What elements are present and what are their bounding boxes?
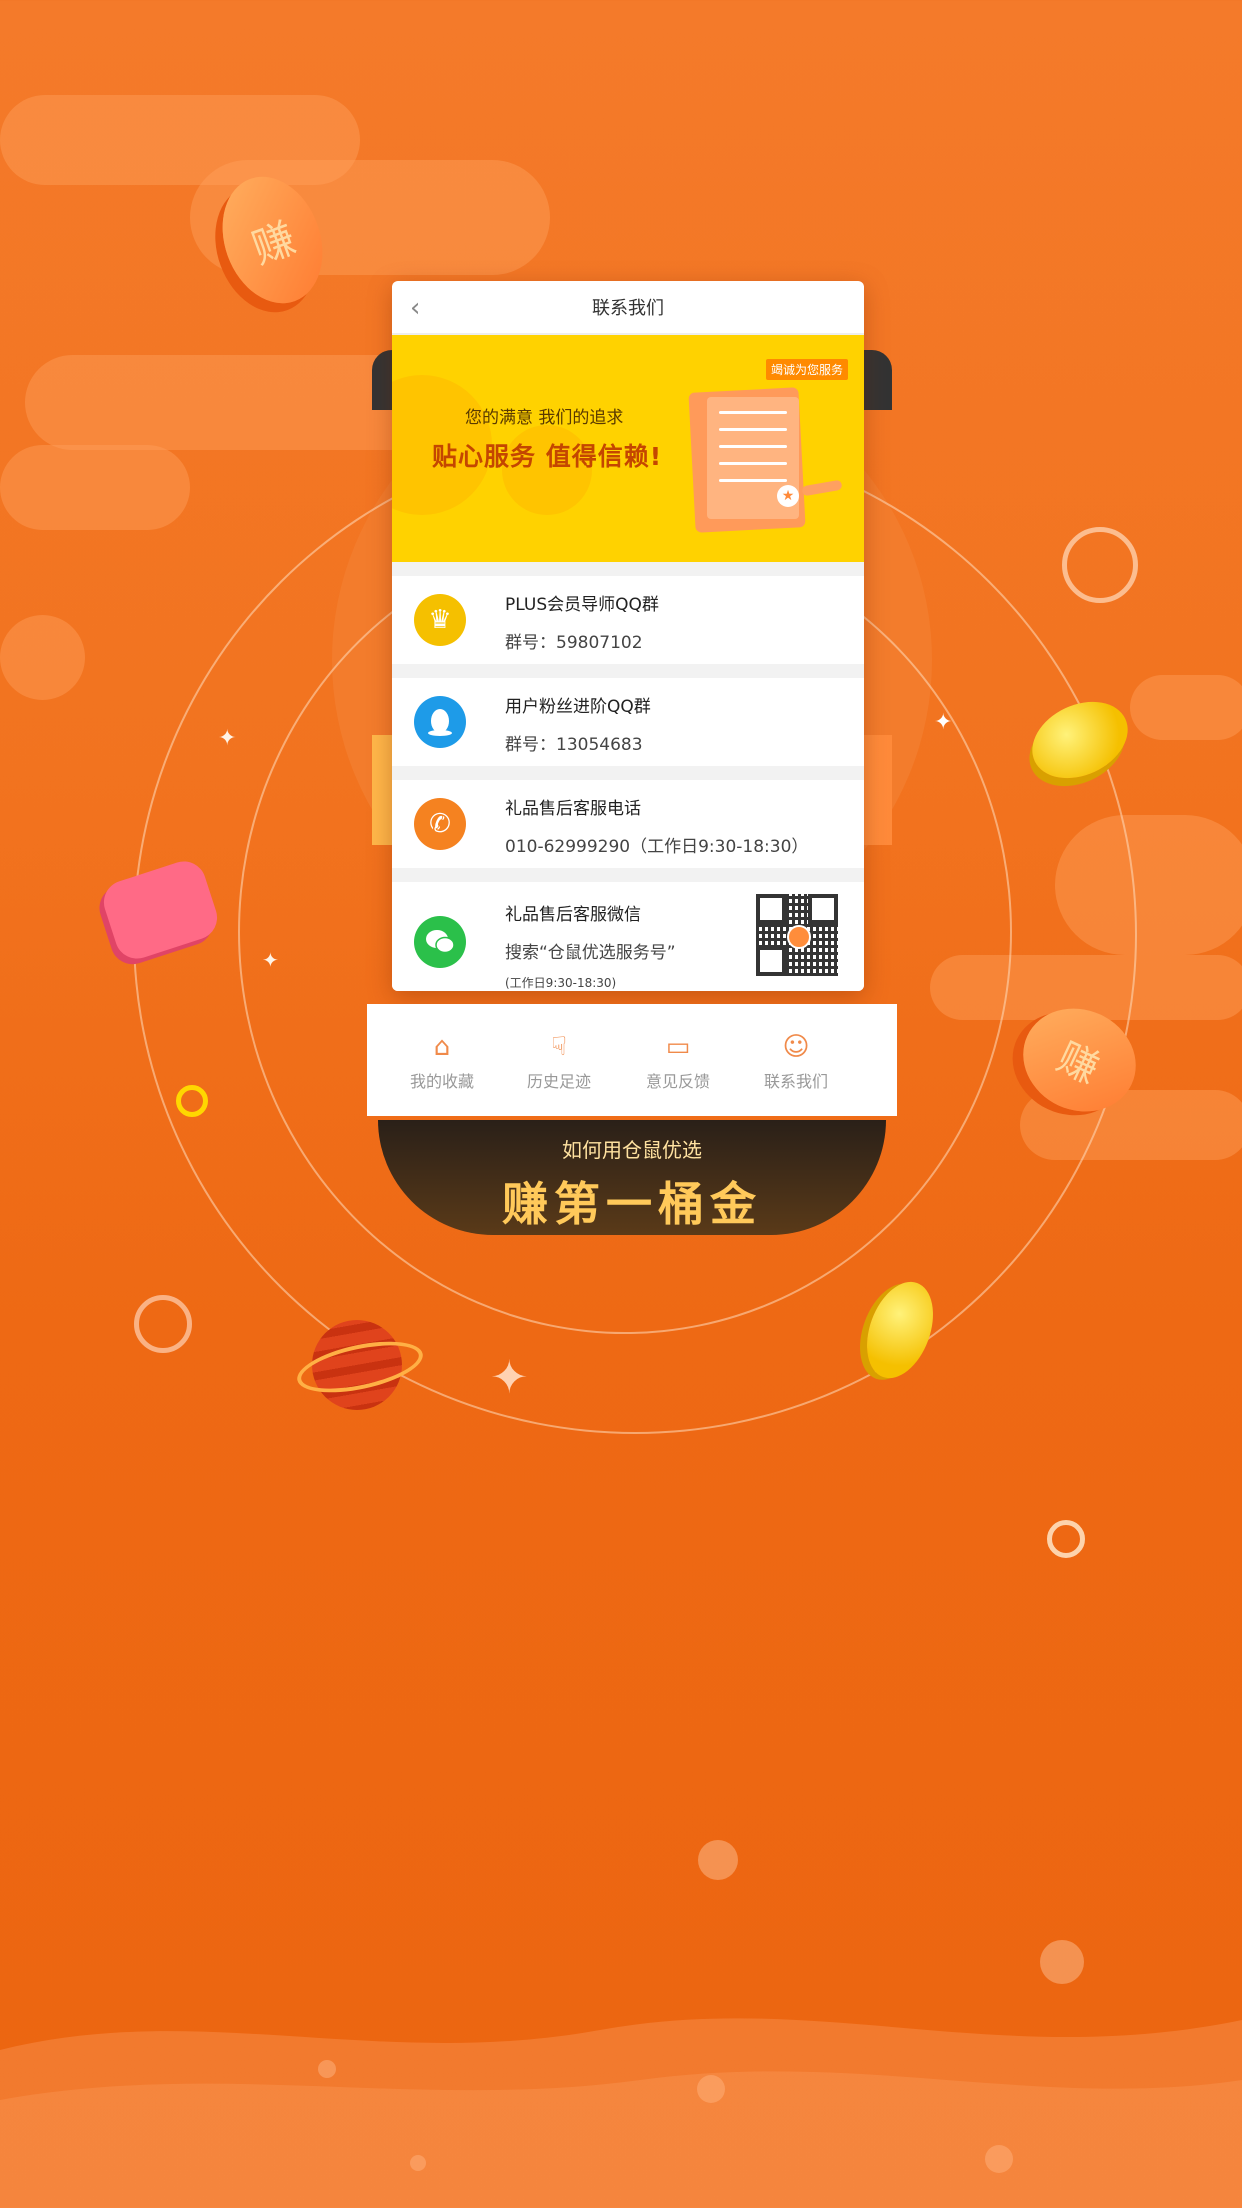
favorite-box-icon: ⌂ bbox=[433, 1032, 451, 1062]
tab-label: 历史足迹 bbox=[526, 1072, 591, 1091]
wechat-icon bbox=[414, 916, 466, 968]
sparkle-icon: ✦ bbox=[934, 710, 953, 735]
contact-row-wechat[interactable]: 礼品售后客服微信 搜索“仓鼠优选服务号” (工作日9:30-18:30) bbox=[392, 882, 864, 991]
bg-cloud bbox=[1130, 675, 1242, 740]
bottom-tab-bar: ⌂ 我的收藏 ☟ 历史足迹 ▭ 意见反馈 ☺ 联系我们 bbox=[367, 1004, 897, 1116]
contact-note: (工作日9:30-18:30) bbox=[505, 976, 617, 990]
small-ring bbox=[176, 1085, 208, 1117]
service-tag: 竭诚为您服务 bbox=[765, 359, 848, 380]
bottom-wave bbox=[0, 2018, 1242, 2208]
star-stamp-icon: ★ bbox=[777, 485, 799, 507]
page-title: 联系我们 bbox=[592, 298, 664, 319]
promo-line1: 如何用仓鼠优选 bbox=[562, 1138, 702, 1162]
tab-history[interactable]: ☟ 历史足迹 bbox=[504, 1032, 614, 1092]
contact-title: 礼品售后客服电话 bbox=[505, 799, 641, 819]
footprint-icon: ☟ bbox=[551, 1032, 567, 1062]
tab-favorites[interactable]: ⌂ 我的收藏 bbox=[387, 1032, 497, 1092]
sparkle-icon: ✦ bbox=[262, 948, 279, 972]
contact-title: 用户粉丝进阶QQ群 bbox=[505, 697, 651, 717]
small-ring bbox=[1047, 1520, 1085, 1558]
tab-feedback[interactable]: ▭ 意见反馈 bbox=[623, 1032, 733, 1092]
bg-cloud bbox=[0, 615, 85, 700]
banner-headline: 贴心服务 值得信赖! bbox=[432, 442, 663, 471]
bg-cloud bbox=[0, 445, 190, 530]
gavel-icon bbox=[801, 479, 843, 497]
qq-penguin-icon bbox=[414, 696, 466, 748]
wechat-qr-code bbox=[756, 894, 838, 976]
contact-row-fans-qq[interactable]: 用户粉丝进阶QQ群 群号：13054683 bbox=[392, 678, 864, 766]
sparkle-icon: ✦ bbox=[490, 1350, 529, 1404]
contact-title: 礼品售后客服微信 bbox=[505, 905, 641, 925]
banner-subtitle: 您的满意 我们的追求 bbox=[465, 408, 624, 428]
small-ring bbox=[1062, 527, 1138, 603]
tab-label: 我的收藏 bbox=[409, 1072, 474, 1091]
qr-logo-icon bbox=[787, 925, 811, 949]
small-ring bbox=[134, 1295, 192, 1353]
feedback-icon: ▭ bbox=[665, 1032, 691, 1062]
bg-dot bbox=[698, 1840, 738, 1880]
service-banner: 竭诚为您服务 您的满意 我们的追求 贴心服务 值得信赖! ★ bbox=[392, 335, 864, 562]
promo-banner[interactable]: 如何用仓鼠优选 赚第一桶金 bbox=[378, 1120, 886, 1235]
contact-us-card: ‹ 联系我们 竭诚为您服务 您的满意 我们的追求 贴心服务 值得信赖! ★ ♛ … bbox=[392, 281, 864, 991]
contact-row-plus-qq[interactable]: ♛ PLUS会员导师QQ群 群号：59807102 bbox=[392, 576, 864, 664]
contact-detail: 搜索“仓鼠优选服务号” bbox=[505, 943, 676, 963]
contact-detail: 010-62999290（工作日9:30-18:30） bbox=[505, 837, 809, 857]
phone-icon: ✆ bbox=[414, 798, 466, 850]
nav-bar: ‹ 联系我们 bbox=[392, 281, 864, 335]
tab-label: 意见反馈 bbox=[645, 1072, 710, 1091]
tab-contact[interactable]: ☺ 联系我们 bbox=[741, 1032, 851, 1092]
promo-line2: 赚第一桶金 bbox=[502, 1177, 762, 1231]
sparkle-icon: ✦ bbox=[218, 726, 237, 751]
contact-title: PLUS会员导师QQ群 bbox=[505, 595, 659, 615]
contact-row-phone[interactable]: ✆ 礼品售后客服电话 010-62999290（工作日9:30-18:30） bbox=[392, 780, 864, 868]
contact-detail: 群号：13054683 bbox=[505, 735, 643, 755]
tab-label: 联系我们 bbox=[763, 1072, 828, 1091]
contact-detail: 群号：59807102 bbox=[505, 633, 643, 653]
customer-service-icon: ☺ bbox=[782, 1032, 810, 1062]
crown-icon: ♛ bbox=[414, 594, 466, 646]
